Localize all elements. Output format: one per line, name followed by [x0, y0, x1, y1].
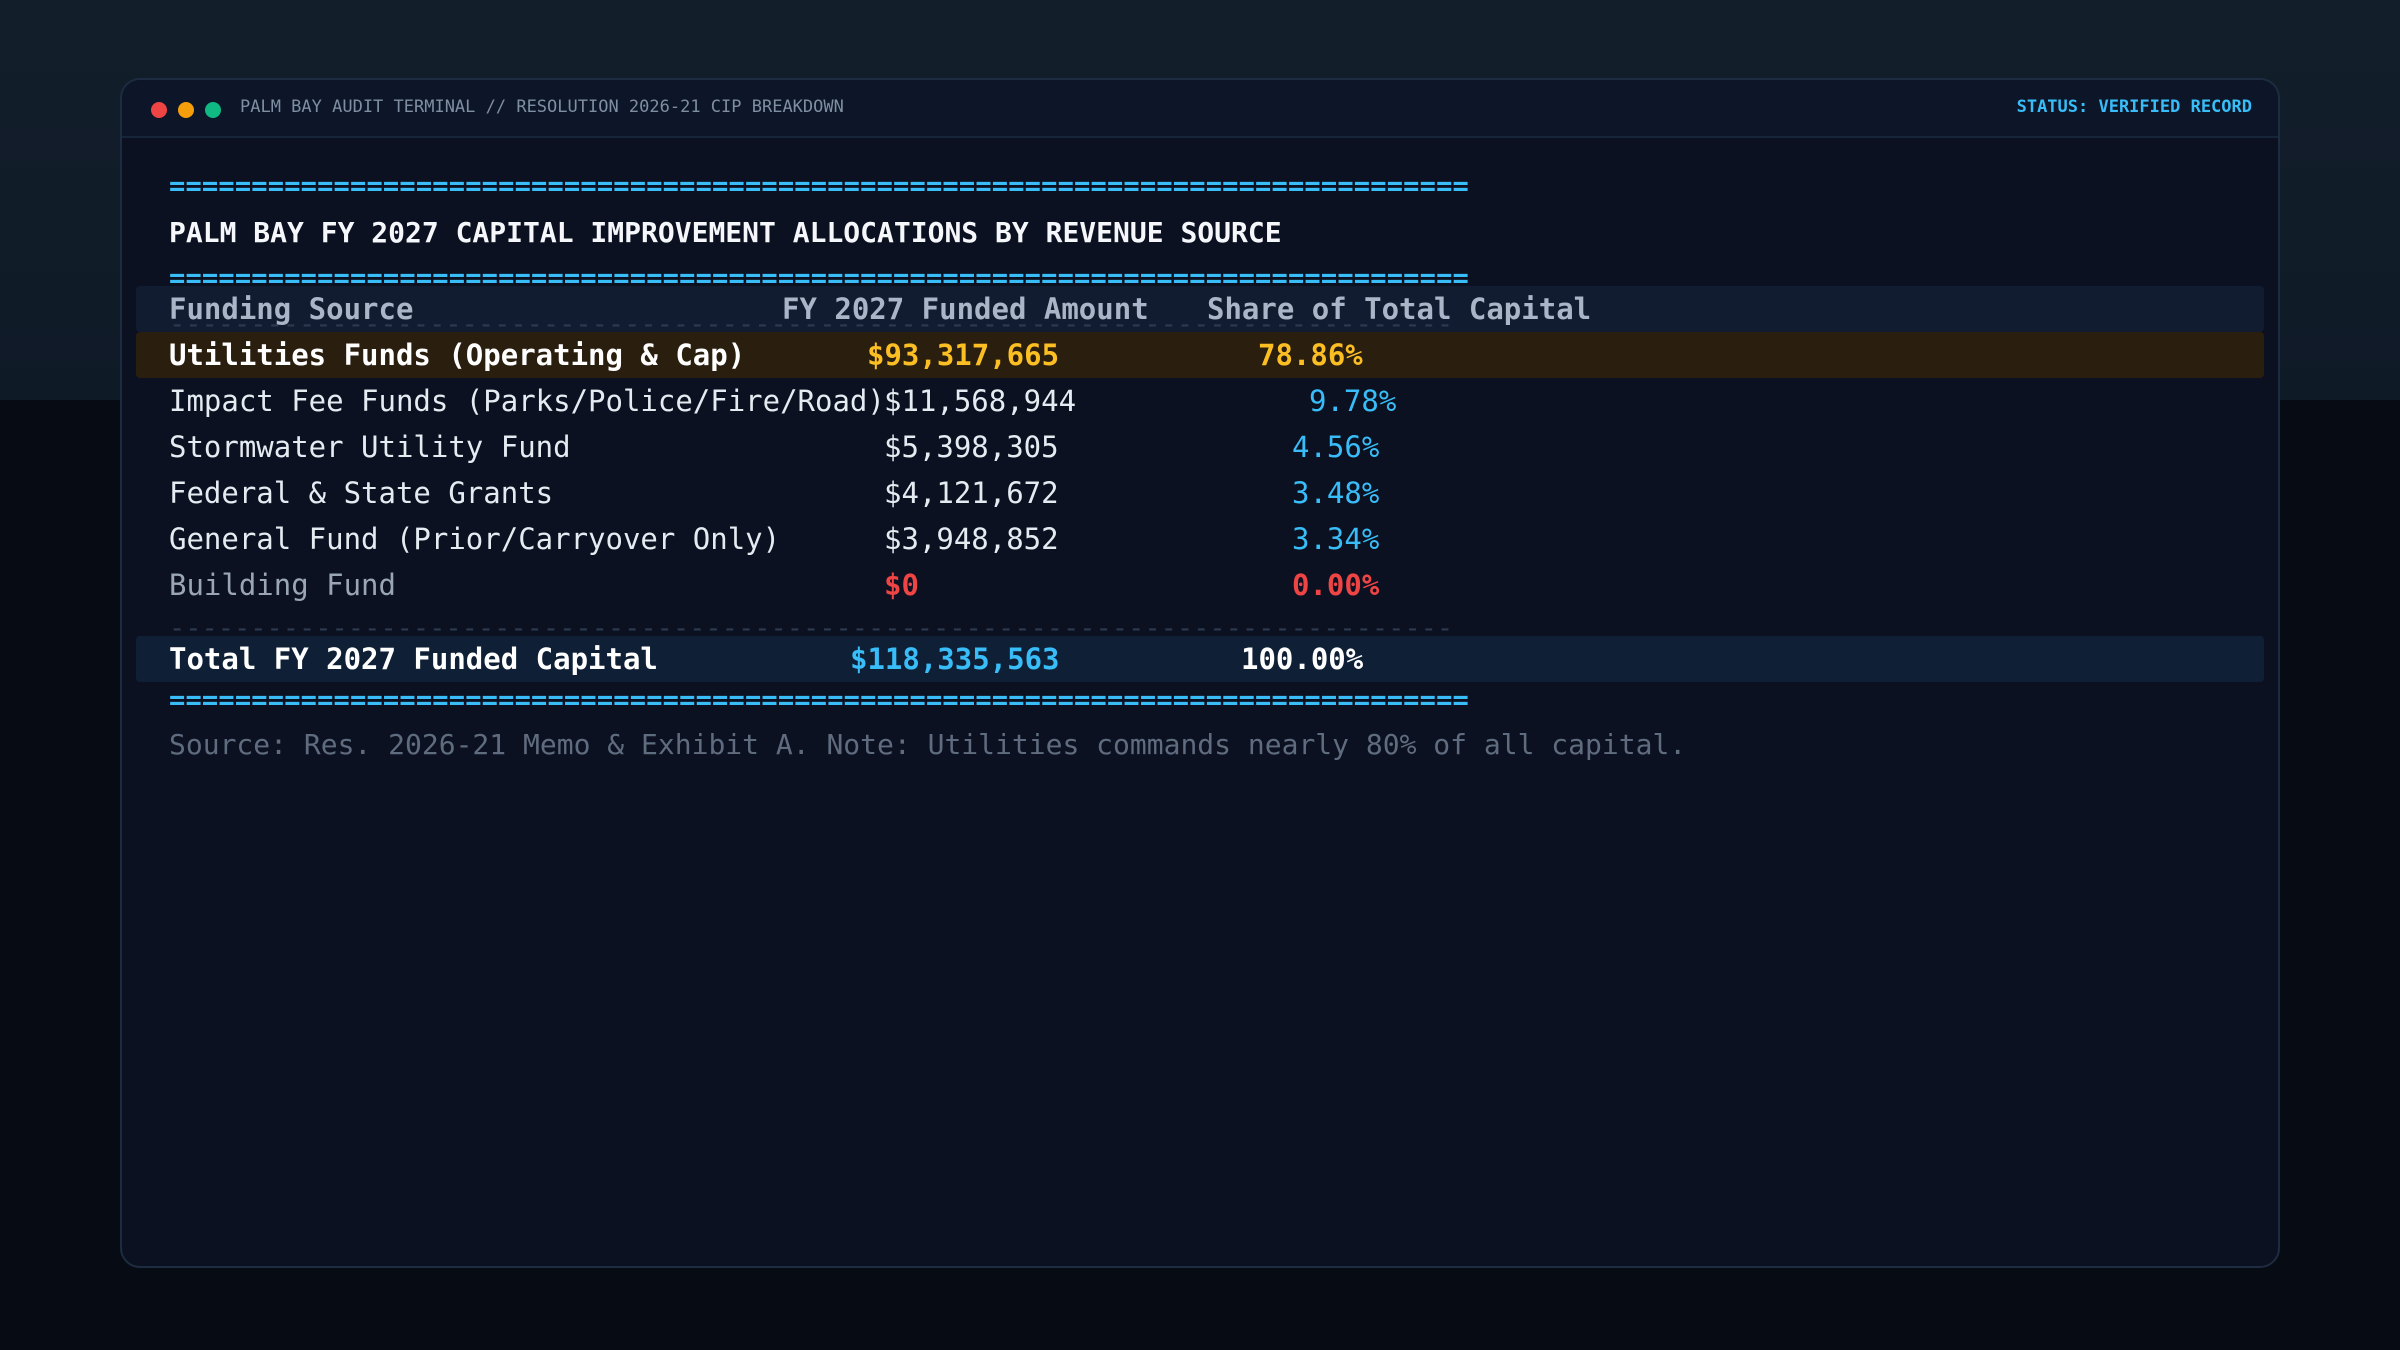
- row-share: 78.86%: [1258, 338, 1363, 372]
- row-share: 3.48%: [1292, 476, 1380, 510]
- rule-top: ========================================…: [169, 171, 1469, 202]
- row-amount: $11,568,944: [884, 384, 1077, 418]
- row-source: Utilities Funds (Operating & Cap): [169, 338, 746, 372]
- terminal-output: ========================================…: [122, 136, 2278, 1266]
- row-share: 9.78%: [1309, 384, 1397, 418]
- row-source: Federal & State Grants: [169, 476, 554, 510]
- row-amount: $0: [884, 568, 919, 602]
- title-bar: PALM BAY AUDIT TERMINAL // RESOLUTION 20…: [122, 80, 2278, 138]
- table-row: Stormwater Utility Fund $5,398,305 4.56%: [136, 424, 2264, 470]
- total-share: 100.00%: [1241, 642, 1364, 676]
- table-row: Impact Fee Funds (Parks/Police/Fire/Road…: [136, 378, 2264, 424]
- row-amount: $93,317,665: [867, 338, 1060, 372]
- row-source: General Fund (Prior/Carryover Only): [169, 522, 781, 556]
- status-badge: STATUS: VERIFIED RECORD: [2016, 97, 2252, 117]
- total-label: Total FY 2027 Funded Capital: [169, 642, 658, 676]
- table-row: Building Fund $0 0.00%: [136, 562, 2264, 608]
- rule-bottom: ========================================…: [169, 685, 1469, 716]
- row-amount: $3,948,852: [884, 522, 1059, 556]
- row-amount: $4,121,672: [884, 476, 1059, 510]
- row-share: 4.56%: [1292, 430, 1380, 464]
- close-window-button[interactable]: [151, 102, 167, 118]
- row-amount: $5,398,305: [884, 430, 1059, 464]
- row-source: Building Fund: [169, 568, 396, 602]
- row-source: Impact Fee Funds (Parks/Police/Fire/Road…: [169, 384, 885, 418]
- total-row: Total FY 2027 Funded Capital $118,335,56…: [136, 636, 2264, 682]
- row-source: Stormwater Utility Fund: [169, 430, 571, 464]
- maximize-window-button[interactable]: [205, 102, 221, 118]
- terminal-window: PALM BAY AUDIT TERMINAL // RESOLUTION 20…: [120, 78, 2280, 1268]
- total-amount: $118,335,563: [850, 642, 1060, 676]
- source-footnote: Source: Res. 2026-21 Memo & Exhibit A. N…: [169, 728, 1687, 761]
- minimize-window-button[interactable]: [178, 102, 194, 118]
- row-share: 3.34%: [1292, 522, 1380, 556]
- report-title: PALM BAY FY 2027 CAPITAL IMPROVEMENT ALL…: [169, 216, 1282, 249]
- table-row-highlight: Utilities Funds (Operating & Cap) $93,31…: [136, 332, 2264, 378]
- row-share: 0.00%: [1292, 568, 1380, 602]
- table-row: General Fund (Prior/Carryover Only) $3,9…: [136, 516, 2264, 562]
- table-row: Federal & State Grants $4,121,672 3.48%: [136, 470, 2264, 516]
- window-title: PALM BAY AUDIT TERMINAL // RESOLUTION 20…: [240, 97, 844, 117]
